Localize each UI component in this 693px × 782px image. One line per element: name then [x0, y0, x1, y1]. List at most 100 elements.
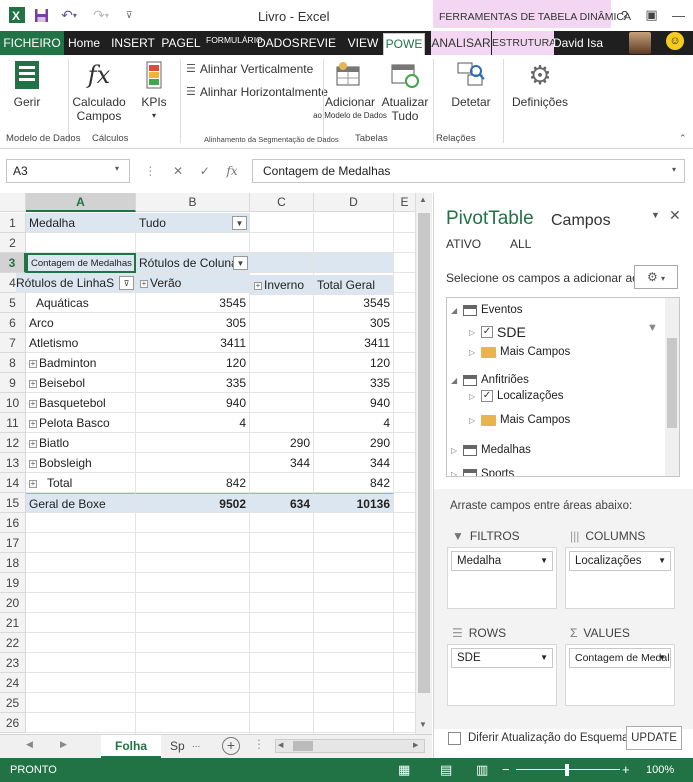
prev-sheet-icon[interactable]: ◀ — [26, 739, 33, 750]
column-header-a[interactable]: A — [26, 193, 136, 212]
pivot-row-label[interactable]: + Bobsleigh — [26, 453, 136, 473]
pivot-row-label[interactable]: + Badminton — [26, 353, 136, 373]
expand-triangle-icon[interactable]: ▷ — [469, 392, 477, 401]
tools-gear-dropdown[interactable]: ⚙ ▾ — [634, 265, 678, 289]
row-header[interactable]: 14 — [0, 473, 26, 493]
cell-d3[interactable] — [314, 253, 394, 273]
tab-home[interactable]: Home — [64, 31, 104, 55]
field-list-scrollbar[interactable] — [665, 298, 679, 476]
formula-input[interactable]: Contagem de Medalhas — [252, 159, 685, 183]
save-icon[interactable] — [30, 4, 52, 26]
pivot-cell-total[interactable]: 940 — [314, 393, 394, 413]
split-handle-icon[interactable]: ⋮ — [253, 737, 265, 751]
pivot-cell-inverno[interactable]: 290 — [250, 433, 314, 453]
row-header[interactable]: 20 — [0, 593, 26, 613]
collapse-ribbon-icon[interactable]: ⌃ — [679, 133, 687, 144]
pivot-row-label[interactable]: + Basquetebol — [26, 393, 136, 413]
name-box[interactable]: A3 — [6, 159, 130, 183]
tab-ficheiro[interactable]: FICHEIRO — [0, 31, 64, 55]
tab-revie[interactable]: REVIE — [298, 31, 338, 55]
row-header[interactable]: 21 — [0, 613, 26, 633]
row-header[interactable]: 5 — [0, 293, 26, 313]
pivot-cell-verao[interactable]: 305 — [136, 313, 250, 333]
pivot-cell-inverno[interactable] — [250, 313, 314, 333]
row-header[interactable]: 17 — [0, 533, 26, 553]
expand-plus-icon[interactable]: + — [140, 279, 148, 288]
smiley-feedback-icon[interactable]: ☺ — [666, 32, 684, 50]
sheet-tab-folha[interactable]: Folha — [101, 735, 161, 758]
pivot-cell-total[interactable]: 3545 — [314, 293, 394, 313]
spreadsheet-grid[interactable]: A B C D E 1 2 3 4 5 6 7 8 9 10 11 12 13 14 15 16 17 18 19 2… — [0, 193, 432, 734]
cell-a3[interactable]: Contagem de Medalhas — [26, 253, 136, 273]
cell-d4[interactable]: Total Geral — [314, 275, 394, 295]
tab-formulario[interactable]: FORMULÁRIO — [206, 31, 263, 55]
expand-triangle-icon[interactable]: ▷ — [451, 470, 459, 477]
dropdown-arrow-icon[interactable]: ▼ — [540, 649, 548, 667]
gerir-button[interactable]: Gerir — [6, 59, 48, 109]
row-header[interactable]: 22 — [0, 633, 26, 653]
pivot-cell-total[interactable]: 344 — [314, 453, 394, 473]
pivot-cell-verao[interactable] — [136, 453, 250, 473]
pivot-row-label[interactable]: + Biatlo — [26, 433, 136, 453]
zoom-level[interactable]: 100% — [646, 764, 674, 776]
expand-triangle-icon[interactable]: ▷ — [469, 348, 477, 357]
more-sheets-icon[interactable]: ... — [192, 739, 200, 750]
expand-plus-icon[interactable]: + — [29, 379, 37, 388]
ribbon-display-icon[interactable]: ▣ — [638, 4, 665, 26]
rows-drop-area[interactable]: SDE ▼ — [447, 644, 557, 706]
row-header[interactable]: 15 — [0, 493, 26, 513]
row-header[interactable]: 18 — [0, 553, 26, 573]
align-horizontal-button[interactable]: ☰ Alinhar Horizontalmente — [186, 85, 328, 99]
page-break-view-icon[interactable]: ▥ — [476, 762, 488, 778]
expand-triangle-icon[interactable]: ▷ — [469, 328, 477, 337]
cell-c4[interactable]: + Inverno — [250, 275, 314, 295]
expand-plus-icon[interactable]: + — [29, 479, 37, 488]
tab-pagel[interactable]: PAGEL — [158, 31, 204, 55]
customize-qat-icon[interactable]: ⊽ — [118, 4, 140, 26]
pivot-cell-total[interactable]: 4 — [314, 413, 394, 433]
pivot-cell-inverno[interactable] — [250, 373, 314, 393]
pivot-cell-total[interactable]: 120 — [314, 353, 394, 373]
scroll-down-icon[interactable]: ▼ — [419, 720, 427, 729]
column-header-d[interactable]: D — [314, 193, 394, 212]
detect-button[interactable]: Detetar — [446, 59, 496, 109]
field-list[interactable]: ◢ Eventos ▷ ✓ SDE ▼ ▷ Mais Campos ◢ Anfitriõe… — [446, 297, 680, 477]
pivot-cell-verao[interactable]: 335 — [136, 373, 250, 393]
grand-total-label[interactable]: Geral de Boxe — [26, 493, 136, 513]
tab-dados[interactable]: DADOS — [257, 31, 300, 55]
minimize-icon[interactable]: — — [665, 4, 692, 26]
pivot-cell-total[interactable]: 3411 — [314, 333, 394, 353]
pivot-cell-verao[interactable] — [136, 433, 250, 453]
sheet-tab-sp[interactable]: Sp — [170, 739, 185, 753]
cell-b4[interactable]: + Verão — [136, 273, 250, 293]
cell-a4[interactable]: Rótulos de LinhaS — [16, 273, 136, 293]
row-header[interactable]: 8 — [0, 353, 26, 373]
row-header[interactable]: 16 — [0, 513, 26, 533]
grand-total-total[interactable]: 10136 — [314, 493, 394, 513]
row-header[interactable]: 11 — [0, 413, 26, 433]
row-header[interactable]: 13 — [0, 453, 26, 473]
row-header[interactable]: 2 — [0, 233, 26, 253]
expand-triangle-icon[interactable]: ▷ — [469, 416, 477, 425]
field-table-sports[interactable]: ▷ Sports — [451, 468, 514, 477]
pivot-row-label[interactable]: + Total — [26, 473, 136, 493]
field-mais-campos-2[interactable]: ▷ Mais Campos — [469, 414, 570, 426]
pivot-cell-inverno[interactable] — [250, 413, 314, 433]
row-labels-filter-icon[interactable]: ⊽ — [119, 276, 134, 290]
tab-view[interactable]: VIEW — [343, 31, 383, 55]
row-header[interactable]: 25 — [0, 693, 26, 713]
filters-drop-area[interactable]: Medalha ▼ — [447, 547, 557, 609]
horizontal-scrollbar[interactable]: ◀ ▶ — [275, 739, 425, 753]
cell-c3[interactable] — [250, 253, 314, 273]
add-to-data-model-button[interactable]: Adicionar ao Modelo de Dados — [312, 59, 388, 123]
pivot-cell-verao[interactable]: 940 — [136, 393, 250, 413]
grand-total-inverno[interactable]: 634 — [250, 493, 314, 513]
pivot-cell-total[interactable]: 305 — [314, 313, 394, 333]
field-table-eventos[interactable]: ◢ Eventos — [451, 304, 523, 316]
pivot-cell-total[interactable]: 290 — [314, 433, 394, 453]
zoom-out-icon[interactable]: − — [502, 762, 510, 777]
field-list-scroll-thumb[interactable] — [667, 338, 677, 428]
localizacoes-checkbox[interactable]: ✓ — [481, 390, 493, 402]
scroll-left-icon[interactable]: ◀ — [278, 741, 283, 749]
column-header-b[interactable]: B — [136, 193, 250, 212]
